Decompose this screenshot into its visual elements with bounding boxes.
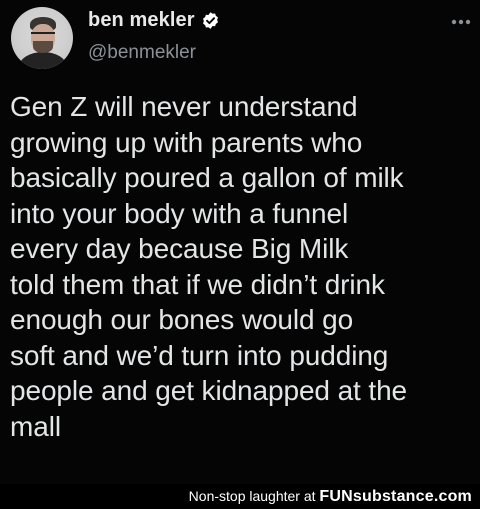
avatar[interactable] — [11, 7, 73, 69]
avatar-glasses — [31, 32, 55, 40]
more-options-icon[interactable] — [450, 12, 472, 32]
author-name-row[interactable]: ben mekler — [88, 9, 220, 32]
avatar-beard — [33, 41, 53, 53]
watermark-prefix: Non-stop laughter at — [188, 488, 320, 504]
display-name[interactable]: ben mekler — [88, 9, 195, 32]
watermark-bar: Non-stop laughter at FUNsubstance.com — [0, 484, 480, 509]
watermark-brand: FUNsubstance.com — [319, 488, 472, 505]
verified-badge-icon — [202, 12, 218, 29]
watermark: Non-stop laughter at FUNsubstance.com — [189, 488, 472, 506]
user-handle[interactable]: @benmekler — [88, 42, 196, 64]
avatar-shirt — [19, 52, 67, 69]
tweet-text: Gen Z will never understand growing up w… — [10, 91, 408, 442]
tweet-card: ben mekler @benmekler Gen Z will never u… — [0, 0, 480, 484]
